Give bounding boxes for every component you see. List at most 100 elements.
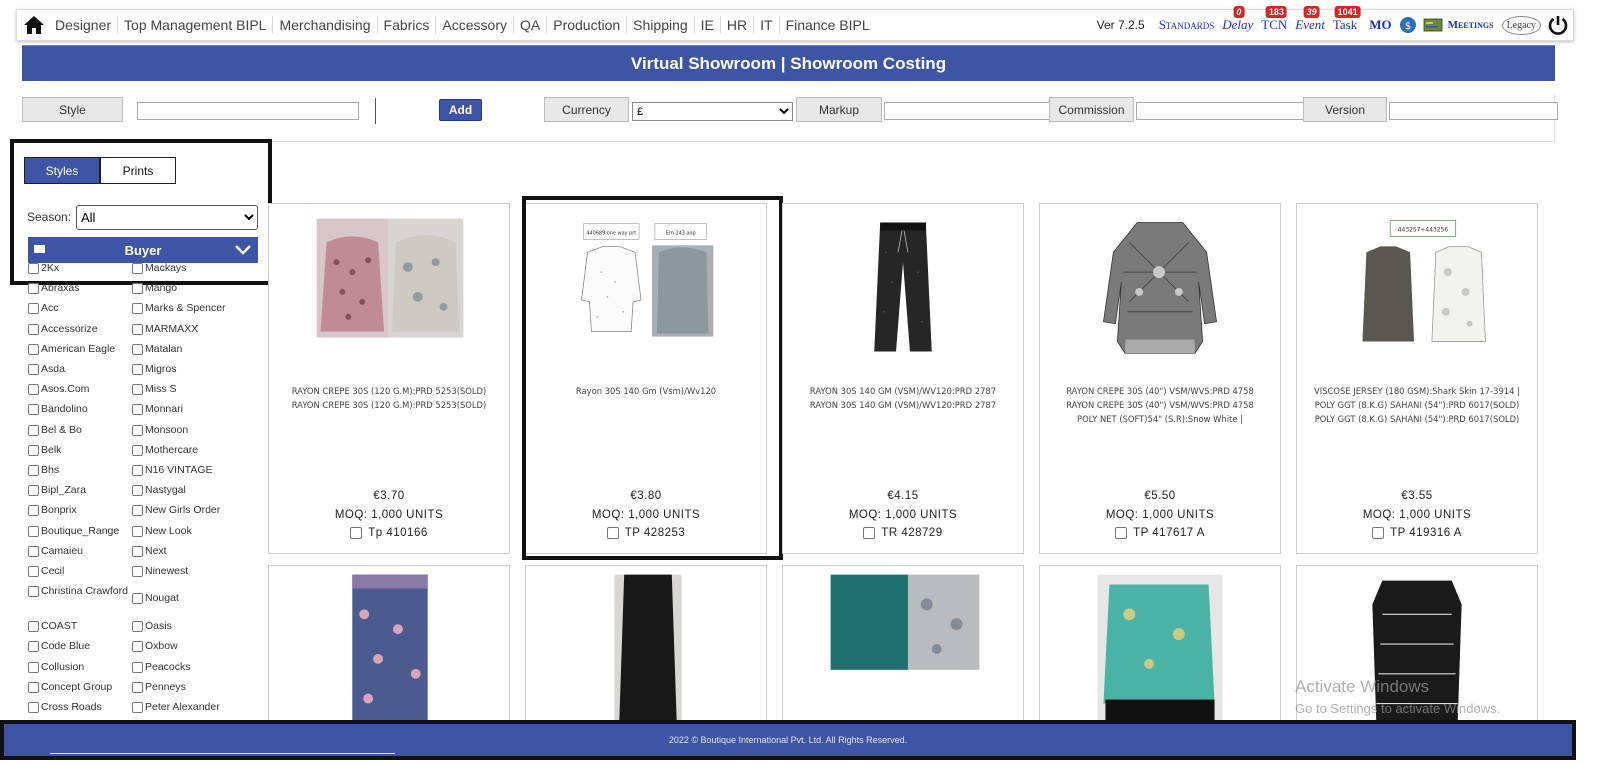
buyer-item[interactable]: N16 VINTAGE xyxy=(132,464,232,477)
buyer-item[interactable]: Asos.Com xyxy=(28,383,128,396)
buyer-item[interactable]: Oasis xyxy=(132,620,232,633)
buyer-checkbox[interactable] xyxy=(28,566,39,577)
buyer-item[interactable]: Penneys xyxy=(132,681,232,694)
buyer-checkbox[interactable] xyxy=(132,485,143,497)
product-card[interactable]: RAYON CREPE 30S (40") VSM/WVS:PRD 4758 RA… xyxy=(1039,203,1281,554)
buyer-checkbox[interactable] xyxy=(28,303,39,315)
buyer-item[interactable]: Mango xyxy=(132,282,232,295)
buyer-item[interactable]: Code Blue xyxy=(28,640,128,653)
buyer-item[interactable]: Collusion xyxy=(28,661,128,674)
buyer-item[interactable]: Nastygal xyxy=(132,484,232,497)
nav-hr[interactable]: HR xyxy=(721,16,755,34)
buyer-checkbox[interactable] xyxy=(28,323,39,335)
tab-prints[interactable]: Prints xyxy=(100,157,176,184)
product-card[interactable]: RAYON CREPE 30S (120 G.M):PRD 5253(SOLD)… xyxy=(268,203,510,554)
standards-link[interactable]: Standards xyxy=(1159,17,1215,33)
buyer-checkbox[interactable] xyxy=(132,593,143,605)
legacy-button[interactable]: Legacy xyxy=(1501,15,1541,35)
buyer-checkbox[interactable] xyxy=(28,384,39,396)
buyer-checkbox[interactable] xyxy=(28,465,39,476)
buyer-checkbox[interactable] xyxy=(132,263,143,274)
buyer-checkbox[interactable] xyxy=(28,681,39,693)
buyer-item[interactable]: MARMAXX xyxy=(132,323,232,336)
product-card[interactable] xyxy=(268,565,510,725)
buyer-checkbox[interactable] xyxy=(28,283,39,295)
nav-qa[interactable]: QA xyxy=(514,16,548,34)
buyer-checkbox[interactable] xyxy=(28,702,39,713)
currency-globe-icon[interactable]: $ xyxy=(1399,16,1417,34)
product-checkbox[interactable] xyxy=(1115,527,1128,539)
tcn-link[interactable]: TCN 183 xyxy=(1261,6,1287,33)
product-checkbox[interactable] xyxy=(1372,527,1385,539)
buyer-item[interactable]: Asda xyxy=(28,363,128,376)
buyer-checkbox[interactable] xyxy=(28,586,39,598)
buyer-item[interactable]: Matalan xyxy=(132,343,232,356)
product-card[interactable] xyxy=(1039,565,1281,725)
card-icon[interactable] xyxy=(1423,16,1443,34)
currency-select[interactable]: £ xyxy=(632,102,793,121)
buyer-checkbox[interactable] xyxy=(132,505,143,517)
buyer-checkbox[interactable] xyxy=(132,343,143,355)
buyer-checkbox[interactable] xyxy=(28,545,39,557)
buyer-checkbox[interactable] xyxy=(132,525,143,537)
chevron-down-icon[interactable] xyxy=(234,241,252,262)
buyer-item[interactable]: Acc xyxy=(28,302,128,315)
buyer-item[interactable]: Oxbow xyxy=(132,640,232,653)
home-icon[interactable] xyxy=(19,10,49,40)
power-icon[interactable] xyxy=(1547,14,1569,36)
buyer-item[interactable]: Bonprix xyxy=(28,504,128,517)
buyer-item[interactable]: Monnari xyxy=(132,403,232,416)
buyer-checkbox[interactable] xyxy=(28,424,39,436)
buyer-checkbox[interactable] xyxy=(28,641,39,653)
buyer-checkbox[interactable] xyxy=(132,681,143,693)
buyer-checkbox[interactable] xyxy=(28,444,39,456)
buyer-checkbox[interactable] xyxy=(132,702,143,713)
buyer-checkbox[interactable] xyxy=(28,263,39,274)
buyer-checkbox[interactable] xyxy=(132,364,143,375)
buyer-checkbox[interactable] xyxy=(132,283,143,295)
buyer-checkbox[interactable] xyxy=(28,661,39,673)
buyer-item[interactable]: Bhs xyxy=(28,464,128,477)
add-button[interactable]: Add xyxy=(439,99,482,121)
nav-it[interactable]: IT xyxy=(754,16,780,34)
buyer-checkbox[interactable] xyxy=(132,465,143,476)
product-checkbox[interactable] xyxy=(863,527,876,539)
buyer-item[interactable]: Mackays xyxy=(132,262,232,275)
buyer-checkbox[interactable] xyxy=(132,661,143,673)
buyer-item[interactable]: Cecil xyxy=(28,565,128,578)
nav-ie[interactable]: IE xyxy=(695,16,721,34)
nav-finance[interactable]: Finance BIPL xyxy=(780,16,876,34)
nav-merchandising[interactable]: Merchandising xyxy=(273,16,378,34)
buyer-checkbox[interactable] xyxy=(28,364,39,375)
buyer-item[interactable]: New Look xyxy=(132,525,232,538)
buyer-item[interactable]: New Girls Order xyxy=(132,504,232,517)
buyer-item[interactable]: Bipl_Zara xyxy=(28,484,128,497)
nav-accessory[interactable]: Accessory xyxy=(436,16,514,34)
buyer-item[interactable]: Migros xyxy=(132,363,232,376)
nav-shipping[interactable]: Shipping xyxy=(627,16,695,34)
buyer-item[interactable]: Abraxas xyxy=(28,282,128,295)
buyer-checkbox[interactable] xyxy=(28,343,39,355)
buyer-checkbox[interactable] xyxy=(28,525,39,537)
buyer-checkbox[interactable] xyxy=(132,545,143,557)
buyer-item[interactable]: Ninewest xyxy=(132,565,232,578)
buyer-item[interactable]: Peacocks xyxy=(132,661,232,674)
nav-top-management[interactable]: Top Management BIPL xyxy=(118,16,274,34)
season-select[interactable]: All xyxy=(76,205,258,230)
buyer-checkbox[interactable] xyxy=(28,621,39,633)
nav-designer[interactable]: Designer xyxy=(49,16,119,34)
buyer-item[interactable]: Camaieu xyxy=(28,545,128,558)
buyer-checkbox[interactable] xyxy=(132,444,143,456)
version-input[interactable] xyxy=(1389,102,1558,120)
event-link[interactable]: Event 39 xyxy=(1295,6,1325,33)
buyer-checkbox[interactable] xyxy=(132,384,143,396)
product-checkbox[interactable] xyxy=(350,527,363,539)
buyer-item[interactable]: Miss S xyxy=(132,383,232,396)
buyer-item[interactable]: COAST xyxy=(28,620,128,633)
buyer-checkbox[interactable] xyxy=(132,404,143,416)
buyer-checkbox[interactable] xyxy=(28,485,39,497)
meetings-link[interactable]: Meetings xyxy=(1448,19,1494,31)
nav-fabrics[interactable]: Fabrics xyxy=(378,16,437,34)
product-card[interactable]: 443257+443256 VISCOSE JERSEY (180 GSM):S… xyxy=(1296,203,1538,554)
buyer-header[interactable]: Buyer xyxy=(28,237,258,263)
